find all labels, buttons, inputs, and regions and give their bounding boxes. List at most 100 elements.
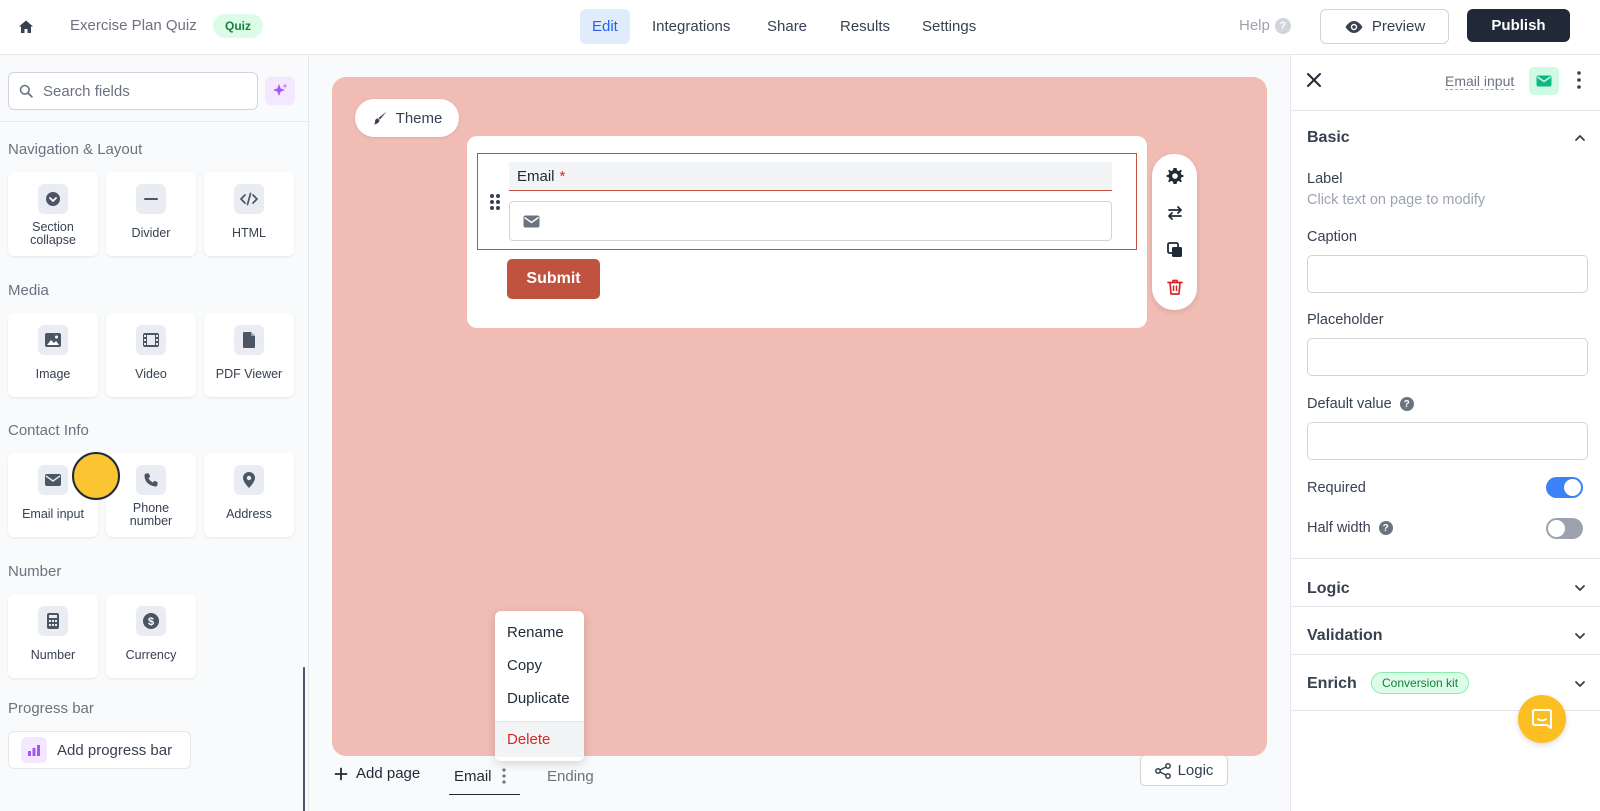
tile-pdf-viewer[interactable]: PDF Viewer [204, 313, 294, 397]
menu-item-delete[interactable]: Delete [507, 731, 550, 748]
menu-item-copy[interactable]: Copy [507, 657, 542, 674]
tab-share[interactable]: Share [755, 9, 819, 44]
minus-icon [136, 184, 166, 214]
theme-button[interactable]: Theme [355, 99, 459, 137]
tile-label: Image [35, 367, 71, 381]
tile-label: PDF Viewer [215, 367, 283, 381]
eye-icon [1344, 20, 1364, 34]
field-label-text: Email [517, 167, 555, 185]
editor-canvas-area: Theme Email * Submit Rename Copy Duplica… [309, 55, 1290, 811]
tile-label: Phone number [129, 501, 173, 528]
tile-divider[interactable]: Divider [106, 172, 196, 256]
caption-heading: Caption [1307, 229, 1357, 245]
sidebar-scrollbar[interactable] [303, 667, 305, 811]
tile-video[interactable]: Video [106, 313, 196, 397]
form-title[interactable]: Exercise Plan Quiz [70, 17, 197, 34]
required-toggle[interactable] [1546, 477, 1583, 498]
help-link[interactable]: Help ? [1239, 17, 1291, 34]
email-field-block[interactable]: Email * [477, 153, 1137, 250]
tab-settings[interactable]: Settings [910, 9, 988, 44]
default-value-heading: Default value ? [1307, 396, 1414, 412]
section-basic-header[interactable]: Basic [1307, 129, 1350, 147]
chevron-down-icon[interactable] [1574, 678, 1586, 690]
section-validation-header[interactable]: Validation [1307, 627, 1383, 645]
default-value-input[interactable] [1307, 422, 1588, 460]
gear-icon[interactable] [1164, 165, 1186, 187]
label-hint: Click text on page to modify [1307, 192, 1486, 208]
tile-label: Number [30, 648, 76, 662]
form-card: Email * Submit [467, 136, 1147, 328]
tile-phone-number[interactable]: Phone number [106, 453, 196, 537]
theme-label: Theme [395, 109, 443, 127]
email-input-preview[interactable] [509, 201, 1112, 241]
search-icon [19, 84, 33, 98]
publish-button[interactable]: Publish [1467, 9, 1570, 42]
more-options-icon[interactable] [1576, 70, 1582, 90]
tile-section-collapse[interactable]: Section collapse [8, 172, 98, 256]
section-heading-navigation-layout: Navigation & Layout [8, 141, 143, 158]
ai-sparkle-button[interactable] [265, 77, 295, 105]
add-progress-bar-button[interactable]: Add progress bar [8, 731, 191, 769]
calculator-icon [38, 606, 68, 636]
caption-input[interactable] [1307, 255, 1588, 293]
tile-image[interactable]: Image [8, 313, 98, 397]
submit-button[interactable]: Submit [507, 259, 600, 299]
tile-address[interactable]: Address [204, 453, 294, 537]
phone-icon [136, 465, 166, 495]
search-fields-input[interactable] [43, 82, 233, 100]
tile-currency[interactable]: $ Currency [106, 594, 196, 678]
tile-label: Section collapse [30, 220, 76, 247]
tab-edit[interactable]: Edit [580, 9, 630, 44]
label-heading: Label [1307, 171, 1343, 187]
swap-arrows-icon[interactable] [1164, 202, 1186, 224]
page-tab-label: Email [454, 768, 492, 785]
properties-panel: Email input Basic Label Click text on pa… [1290, 55, 1600, 811]
search-field-box[interactable] [8, 72, 258, 110]
panel-divider [1291, 606, 1600, 607]
section-heading-number: Number [8, 563, 62, 580]
logic-button[interactable]: Logic [1140, 755, 1228, 786]
trash-icon[interactable] [1164, 276, 1186, 298]
chevron-up-icon[interactable] [1574, 132, 1586, 144]
plus-icon [334, 767, 348, 781]
svg-text:$: $ [148, 616, 154, 628]
email-field-label[interactable]: Email * [509, 162, 1112, 191]
home-icon[interactable] [14, 15, 38, 39]
envelope-icon [38, 465, 68, 495]
close-icon[interactable] [1306, 72, 1326, 92]
page-tab-ending[interactable]: Ending [547, 768, 594, 785]
chat-support-button[interactable] [1518, 695, 1566, 743]
duplicate-icon[interactable] [1164, 239, 1186, 261]
tile-label: Currency [125, 648, 177, 662]
chevron-down-icon[interactable] [1574, 582, 1586, 594]
placeholder-input[interactable] [1307, 338, 1588, 376]
pages-bar: Add page Email Ending Logic [309, 755, 1290, 811]
menu-item-rename[interactable]: Rename [507, 624, 564, 641]
chevron-circle-down-icon [38, 184, 68, 214]
tile-html[interactable]: HTML [204, 172, 294, 256]
chevron-down-icon[interactable] [1574, 630, 1586, 642]
tile-label: HTML [231, 226, 267, 240]
question-icon[interactable]: ? [1399, 397, 1414, 411]
add-page-button[interactable]: Add page [334, 765, 420, 782]
section-enrich-header[interactable]: Enrich [1307, 675, 1357, 693]
menu-item-duplicate[interactable]: Duplicate [507, 690, 570, 707]
page-tab-email[interactable]: Email [449, 755, 520, 795]
panel-title[interactable]: Email input [1445, 73, 1515, 90]
tab-integrations[interactable]: Integrations [640, 9, 742, 44]
half-width-toggle[interactable] [1546, 518, 1583, 539]
preview-button[interactable]: Preview [1320, 9, 1449, 44]
kebab-menu-icon[interactable] [501, 767, 507, 785]
toggle-knob [1564, 479, 1581, 496]
panel-divider [1291, 558, 1600, 559]
logic-label: Logic [1177, 762, 1214, 779]
tab-results[interactable]: Results [828, 9, 902, 44]
drag-handle-icon[interactable] [488, 192, 502, 212]
code-icon [234, 184, 264, 214]
tile-number[interactable]: Number [8, 594, 98, 678]
question-icon[interactable]: ? [1378, 521, 1393, 535]
section-logic-header[interactable]: Logic [1307, 580, 1350, 598]
sidebar-divider [0, 121, 309, 122]
form-canvas: Theme Email * Submit [332, 77, 1267, 756]
envelope-icon [523, 215, 540, 228]
